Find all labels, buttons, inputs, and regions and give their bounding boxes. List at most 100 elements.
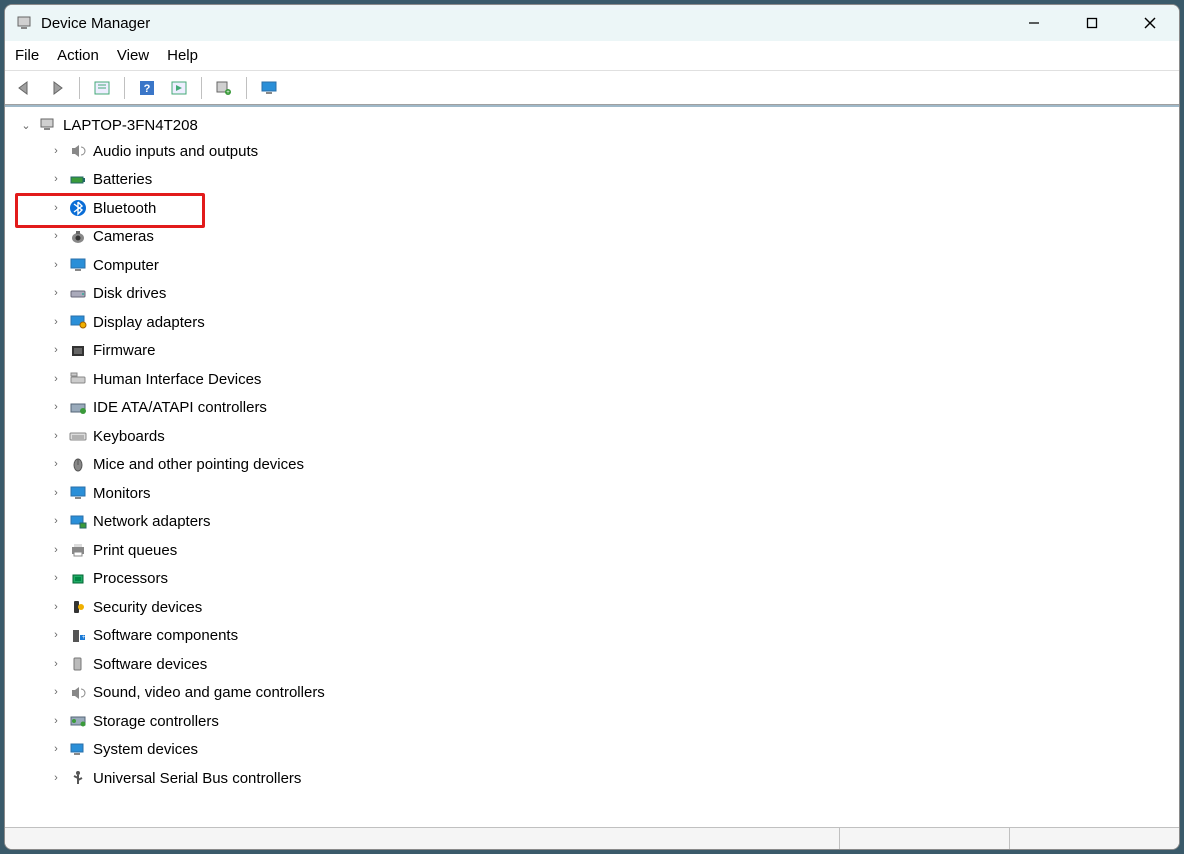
chevron-right-icon[interactable]: ›: [49, 769, 63, 788]
tree-category-swcomp[interactable]: ›+Software components: [9, 622, 1179, 651]
tree-category-speaker[interactable]: › Audio inputs and outputs: [9, 137, 1179, 166]
chevron-right-icon[interactable]: ›: [49, 142, 63, 161]
tree-category-sound[interactable]: › Sound, video and game controllers: [9, 679, 1179, 708]
display-icon: [67, 312, 89, 332]
tree-category-display[interactable]: ›Display adapters: [9, 308, 1179, 337]
chevron-right-icon[interactable]: ›: [49, 199, 63, 218]
maximize-button[interactable]: [1063, 5, 1121, 41]
category-label: Audio inputs and outputs: [93, 139, 258, 165]
tree-category-printer[interactable]: › Print queues: [9, 536, 1179, 565]
tree-category-system[interactable]: › System devices: [9, 736, 1179, 765]
window-title: Device Manager: [41, 15, 150, 32]
chevron-right-icon[interactable]: ›: [49, 712, 63, 731]
content-area: ⌄ LAPTOP-3FN4T208 › Audio inputs and outp…: [5, 105, 1179, 827]
chevron-right-icon[interactable]: ›: [49, 569, 63, 588]
tree-root[interactable]: ⌄ LAPTOP-3FN4T208: [9, 113, 1179, 137]
mouse-icon: [67, 455, 89, 475]
tree-category-swdev[interactable]: ›Software devices: [9, 650, 1179, 679]
category-label: Keyboards: [93, 424, 165, 450]
tree-category-firmware[interactable]: › Firmware: [9, 337, 1179, 366]
printer-icon: [67, 540, 89, 560]
tree-category-security[interactable]: ›Security devices: [9, 593, 1179, 622]
tree-category-disk[interactable]: › Disk drives: [9, 280, 1179, 309]
category-label: Cameras: [93, 224, 154, 250]
category-label: Universal Serial Bus controllers: [93, 766, 301, 792]
computer-icon: [37, 115, 59, 135]
category-label: System devices: [93, 737, 198, 763]
chevron-right-icon[interactable]: ›: [49, 341, 63, 360]
chevron-right-icon[interactable]: ›: [49, 398, 63, 417]
menu-action[interactable]: Action: [57, 47, 99, 64]
tree-category-battery[interactable]: ›Batteries: [9, 166, 1179, 195]
tree-category-storage[interactable]: › Storage controllers: [9, 707, 1179, 736]
show-hide-tree-button[interactable]: [88, 75, 116, 101]
menu-help[interactable]: Help: [167, 47, 198, 64]
sound-icon: [67, 683, 89, 703]
battery-icon: [67, 170, 89, 190]
chevron-right-icon[interactable]: ›: [49, 256, 63, 275]
scan-hardware-button[interactable]: +: [210, 75, 238, 101]
tree-category-usb[interactable]: › Universal Serial Bus controllers: [9, 764, 1179, 793]
chevron-right-icon[interactable]: ›: [49, 227, 63, 246]
category-label: Storage controllers: [93, 709, 219, 735]
chevron-right-icon[interactable]: ›: [49, 740, 63, 759]
forward-button[interactable]: [43, 75, 71, 101]
tree-category-computer[interactable]: ›Computer: [9, 251, 1179, 280]
system-icon: [67, 740, 89, 760]
chevron-right-icon[interactable]: ›: [49, 313, 63, 332]
app-icon: [15, 14, 33, 32]
category-label: Firmware: [93, 338, 156, 364]
category-label: Sound, video and game controllers: [93, 680, 325, 706]
tree-category-hid[interactable]: ›Human Interface Devices: [9, 365, 1179, 394]
tree-category-keyboard[interactable]: › Keyboards: [9, 422, 1179, 451]
svg-text:+: +: [82, 635, 86, 641]
chevron-right-icon[interactable]: ›: [49, 370, 63, 389]
statusbar: [5, 827, 1179, 849]
chevron-right-icon[interactable]: ›: [49, 655, 63, 674]
action-button[interactable]: [165, 75, 193, 101]
computer-icon: [67, 255, 89, 275]
category-label: Disk drives: [93, 281, 166, 307]
chevron-right-icon[interactable]: ›: [49, 455, 63, 474]
chevron-right-icon[interactable]: ›: [49, 512, 63, 531]
chevron-right-icon[interactable]: ›: [49, 541, 63, 560]
help-button[interactable]: ?: [133, 75, 161, 101]
chevron-down-icon[interactable]: ⌄: [19, 119, 33, 132]
chevron-right-icon[interactable]: ›: [49, 598, 63, 617]
tree-category-monitor[interactable]: › Monitors: [9, 479, 1179, 508]
network-icon: [67, 512, 89, 532]
tree-category-cpu[interactable]: ›Processors: [9, 565, 1179, 594]
toolbar: ? +: [5, 71, 1179, 105]
category-label: Monitors: [93, 481, 151, 507]
firmware-icon: [67, 341, 89, 361]
back-button[interactable]: [11, 75, 39, 101]
monitor-icon-button[interactable]: [255, 75, 283, 101]
chevron-right-icon[interactable]: ›: [49, 170, 63, 189]
tree-category-ide[interactable]: ›IDE ATA/ATAPI controllers: [9, 394, 1179, 423]
root-label: LAPTOP-3FN4T208: [63, 117, 198, 134]
tree-category-bluetooth[interactable]: ›Bluetooth: [9, 194, 1179, 223]
chevron-right-icon[interactable]: ›: [49, 427, 63, 446]
chevron-right-icon[interactable]: ›: [49, 683, 63, 702]
monitor-icon: [67, 483, 89, 503]
toolbar-separator: [124, 77, 125, 99]
titlebar: Device Manager: [5, 5, 1179, 41]
cpu-icon: [67, 569, 89, 589]
chevron-right-icon[interactable]: ›: [49, 284, 63, 303]
window-controls: [1005, 5, 1179, 41]
security-icon: [67, 597, 89, 617]
category-label: Mice and other pointing devices: [93, 452, 304, 478]
tree-category-mouse[interactable]: › Mice and other pointing devices: [9, 451, 1179, 480]
close-button[interactable]: [1121, 5, 1179, 41]
menu-file[interactable]: File: [15, 47, 39, 64]
tree-category-network[interactable]: ›Network adapters: [9, 508, 1179, 537]
speaker-icon: [67, 141, 89, 161]
chevron-right-icon[interactable]: ›: [49, 484, 63, 503]
chevron-right-icon[interactable]: ›: [49, 626, 63, 645]
svg-text:+: +: [226, 90, 230, 96]
menu-view[interactable]: View: [117, 47, 149, 64]
minimize-button[interactable]: [1005, 5, 1063, 41]
tree-category-camera[interactable]: › Cameras: [9, 223, 1179, 252]
category-label: Print queues: [93, 538, 177, 564]
device-tree[interactable]: ⌄ LAPTOP-3FN4T208 › Audio inputs and outp…: [5, 107, 1179, 793]
